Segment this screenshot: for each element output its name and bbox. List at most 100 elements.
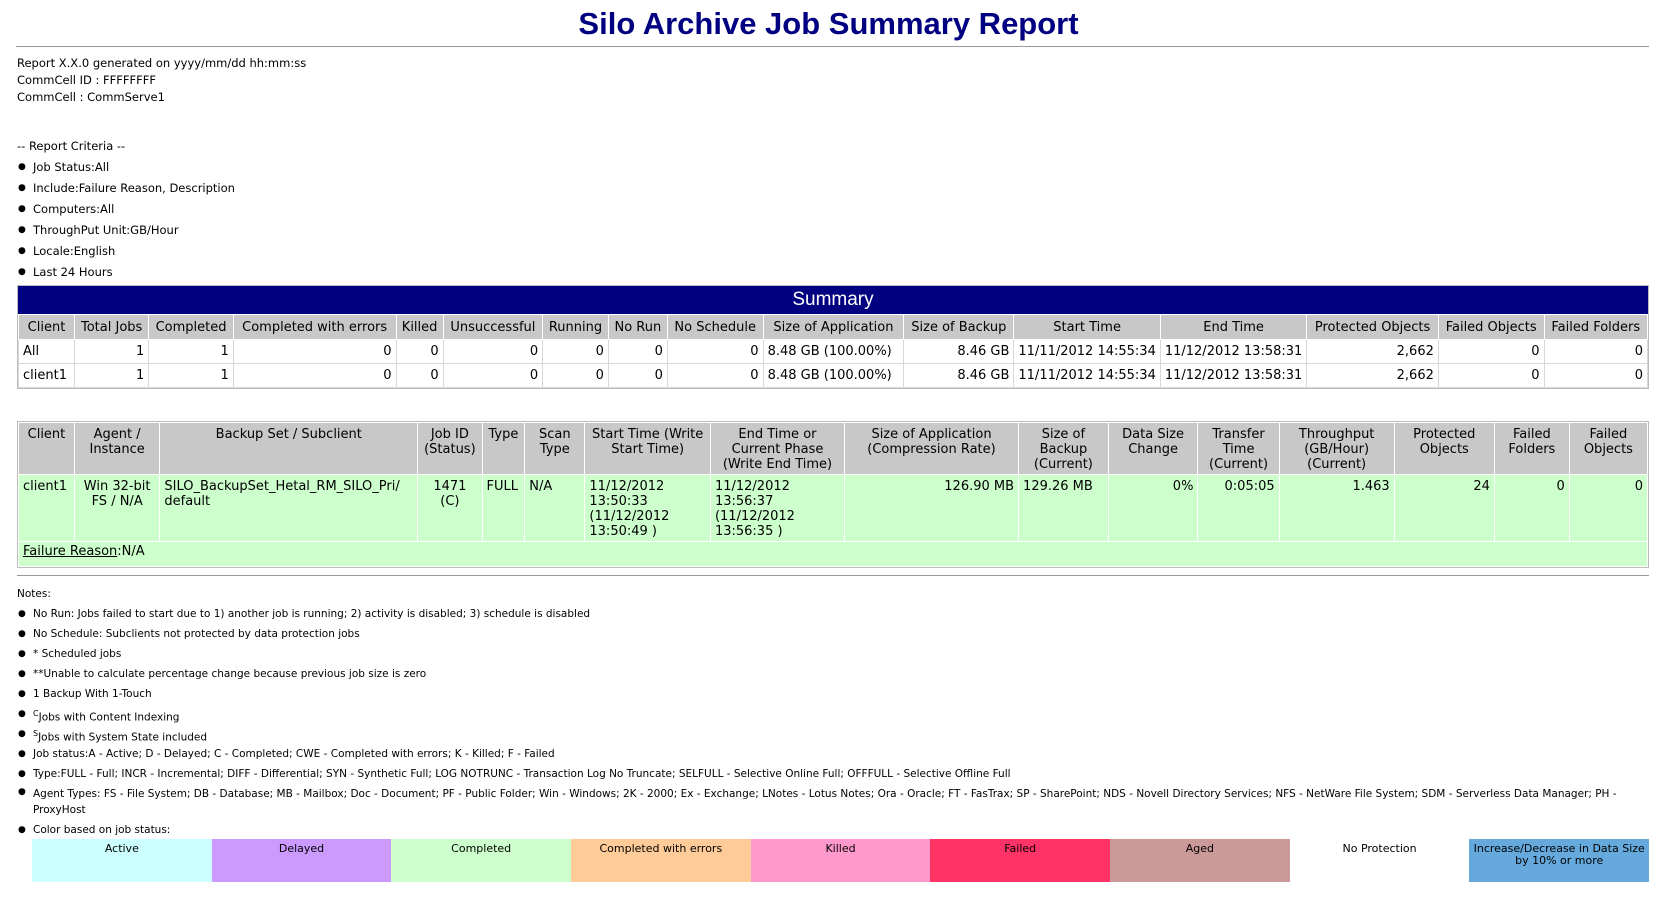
cell-scan-type: N/A xyxy=(524,474,586,542)
cell-size-of-backup: 8.46 GB xyxy=(903,363,1015,388)
cell-unsuccessful: 0 xyxy=(442,339,544,364)
criteria-item: Job Status:All xyxy=(17,157,1657,178)
failure-reason-link[interactable]: Failure Reason xyxy=(23,544,117,559)
cell-no-schedule: 0 xyxy=(666,363,764,388)
table-row: All 1 1 0 0 0 0 0 0 8.48 GB (100.00%) 8.… xyxy=(18,339,1649,364)
cell-size-of-application: 8.48 GB (100.00%) xyxy=(762,339,905,364)
col-agent-instance: Agent / Instance xyxy=(73,422,161,475)
note-item-system-state: SJobs with System State included xyxy=(17,724,1657,744)
legend-killed: Killed xyxy=(750,839,931,882)
cell-failed-folders: 0 xyxy=(1493,474,1570,542)
cell-start-time: 11/11/2012 14:55:34 xyxy=(1013,363,1161,388)
criteria-item: Include:Failure Reason, Description xyxy=(17,178,1657,199)
col-client: Client xyxy=(18,314,75,340)
cell-completed: 1 xyxy=(148,363,234,388)
cell-running: 0 xyxy=(542,339,609,364)
col-end-time: End Time xyxy=(1159,314,1308,340)
job-details-section: Client Agent / Instance Backup Set / Sub… xyxy=(17,421,1649,568)
legend-completed: Completed xyxy=(391,839,572,882)
col-failed-folders: Failed Folders xyxy=(1493,422,1570,475)
criteria-list: Job Status:All Include:Failure Reason, D… xyxy=(17,157,1657,283)
col-size-of-backup: Size of Backup xyxy=(903,314,1015,340)
legend-delayed: Delayed xyxy=(211,839,392,882)
col-size-of-application: Size of Application xyxy=(762,314,905,340)
commcell-id-line: CommCell ID : FFFFFFFF xyxy=(17,73,156,87)
note-item: 1 Backup With 1-Touch xyxy=(17,684,1657,704)
job-header-row: Client Agent / Instance Backup Set / Sub… xyxy=(18,422,1649,475)
summary-title: Summary xyxy=(18,286,1648,314)
cell-failed-folders: 0 xyxy=(1543,339,1649,364)
criteria-item: Computers:All xyxy=(17,199,1657,220)
summary-table: Client Total Jobs Completed Completed wi… xyxy=(18,314,1649,388)
note-item-content-indexing: CJobs with Content Indexing xyxy=(17,704,1657,724)
col-start-time: Start Time xyxy=(1013,314,1161,340)
cell-size-of-backup: 129.26 MB xyxy=(1018,474,1109,542)
failure-reason-value: :N/A xyxy=(117,544,145,559)
notes-divider xyxy=(17,575,1649,576)
system-state-text: Jobs with System State included xyxy=(38,731,208,744)
note-item: Agent Types: FS - File System; DB - Data… xyxy=(17,784,1657,822)
cell-protected-objects: 2,662 xyxy=(1306,339,1439,364)
note-item: No Schedule: Subclients not protected by… xyxy=(17,624,1657,644)
note-item: Job status:A - Active; D - Delayed; C - … xyxy=(17,744,1657,764)
job-details-table: Client Agent / Instance Backup Set / Sub… xyxy=(18,422,1649,567)
col-start-time: Start Time (Write Start Time) xyxy=(584,422,711,475)
summary-section: Summary Client Total Jobs Completed Comp… xyxy=(17,285,1649,389)
commcell-line: CommCell : CommServe1 xyxy=(17,90,165,104)
cell-completed: 1 xyxy=(148,339,234,364)
note-item: **Unable to calculate percentage change … xyxy=(17,664,1657,684)
legend-data-size-change: Increase/Decrease in Data Size by 10% or… xyxy=(1469,839,1650,882)
col-protected-objects: Protected Objects xyxy=(1393,422,1495,475)
col-job-id-status: Job ID (Status) xyxy=(417,422,483,475)
cell-size-of-application: 8.48 GB (100.00%) xyxy=(762,363,905,388)
report-title: Silo Archive Job Summary Report xyxy=(578,6,1079,41)
summary-header-row: Client Total Jobs Completed Completed wi… xyxy=(18,314,1649,340)
col-transfer-time: Transfer Time (Current) xyxy=(1197,422,1280,475)
col-running: Running xyxy=(542,314,609,340)
col-protected-objects: Protected Objects xyxy=(1306,314,1439,340)
cell-client: client1 xyxy=(18,363,75,388)
col-failed-objects: Failed Objects xyxy=(1568,422,1649,475)
cell-protected-objects: 24 xyxy=(1393,474,1495,542)
failure-reason-row: Failure Reason:N/A xyxy=(18,541,1648,567)
cell-failed-objects: 0 xyxy=(1568,474,1649,542)
legend-aged: Aged xyxy=(1110,839,1290,882)
table-row: client1 Win 32-bit FS / N/A SILO_BackupS… xyxy=(18,474,1649,542)
criteria-item: ThroughPut Unit:GB/Hour xyxy=(17,220,1657,241)
cell-no-run: 0 xyxy=(607,339,668,364)
cell-throughput: 1.463 xyxy=(1278,474,1395,542)
col-scan-type: Scan Type xyxy=(524,422,586,475)
report-page: Silo Archive Job Summary Report Report X… xyxy=(0,0,1657,910)
cell-unsuccessful: 0 xyxy=(442,363,544,388)
criteria-item: Locale:English xyxy=(17,241,1657,262)
cell-size-of-application: 126.90 MB xyxy=(843,474,1020,542)
col-failed-folders: Failed Folders xyxy=(1543,314,1649,340)
cell-killed: 0 xyxy=(395,363,444,388)
cell-no-schedule: 0 xyxy=(666,339,764,364)
col-killed: Killed xyxy=(395,314,444,340)
failure-reason-cell: Failure Reason:N/A xyxy=(18,541,1648,567)
notes-section: Notes: No Run: Jobs failed to start due … xyxy=(17,584,1657,839)
notes-header: Notes: xyxy=(17,588,51,600)
cell-failed-objects: 0 xyxy=(1437,363,1545,388)
title-divider xyxy=(16,46,1649,47)
cell-type: FULL xyxy=(481,474,526,542)
col-throughput: Throughput (GB/Hour) (Current) xyxy=(1278,422,1395,475)
col-size-of-backup: Size of Backup (Current) xyxy=(1018,422,1109,475)
col-end-time: End Time or Current Phase (Write End Tim… xyxy=(709,422,845,475)
report-meta: Report X.X.0 generated on yyyy/mm/dd hh:… xyxy=(17,55,1657,106)
note-item: Type:FULL - Full; INCR - Incremental; DI… xyxy=(17,764,1657,784)
col-unsuccessful: Unsuccessful xyxy=(442,314,544,340)
cell-failed-objects: 0 xyxy=(1437,339,1545,364)
cell-data-size-change: 0% xyxy=(1107,474,1199,542)
legend-failed: Failed xyxy=(930,839,1111,882)
note-item: No Run: Jobs failed to start due to 1) a… xyxy=(17,604,1657,624)
report-criteria: -- Report Criteria -- Job Status:All Inc… xyxy=(17,138,1657,283)
cell-no-run: 0 xyxy=(607,363,668,388)
col-completed: Completed xyxy=(148,314,234,340)
cell-killed: 0 xyxy=(395,339,444,364)
legend-completed-with-errors: Completed with errors xyxy=(571,839,751,882)
cell-protected-objects: 2,662 xyxy=(1306,363,1439,388)
table-row: client1 1 1 0 0 0 0 0 0 8.48 GB (100.00%… xyxy=(18,363,1649,388)
criteria-header: -- Report Criteria -- xyxy=(17,139,126,153)
